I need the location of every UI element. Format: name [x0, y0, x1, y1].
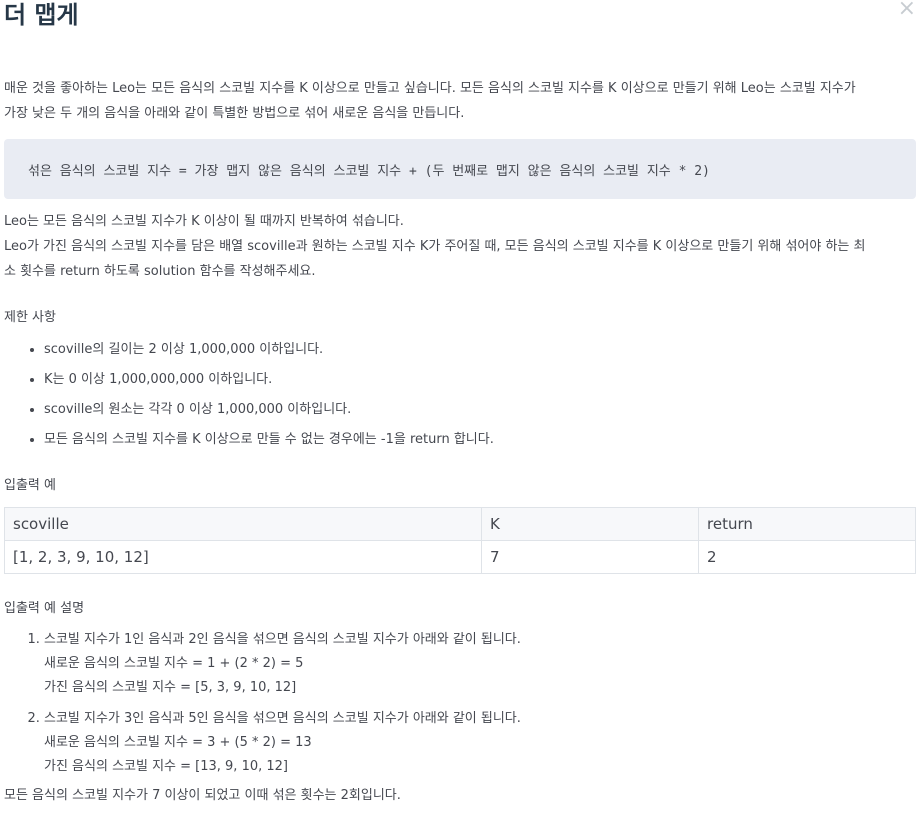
io-explanation-list: 스코빌 지수가 1인 음식과 2인 음식을 섞으면 음식의 스코빌 지수가 아래…	[4, 628, 916, 779]
table-row: [1, 2, 3, 9, 10, 12] 7 2	[4, 540, 916, 574]
step-current-values: 가진 음식의 스코빌 지수 = [13, 9, 10, 12]	[44, 759, 288, 774]
step-new-value: 새로운 음식의 스코빌 지수 = 3 + (5 * 2) = 13	[44, 735, 312, 750]
problem-content: 매운 것을 좋아하는 Leo는 모든 음식의 스코빌 지수를 K 이상으로 만들…	[4, 76, 916, 808]
explanation-step: 스코빌 지수가 1인 음식과 2인 음식을 섞으면 음식의 스코빌 지수가 아래…	[44, 628, 916, 700]
io-example-table: scoville K return [1, 2, 3, 9, 10, 12] 7…	[4, 507, 916, 574]
constraints-heading: 제한 사항	[4, 310, 56, 325]
intro-line-1: 매운 것을 좋아하는 Leo는 모든 음식의 스코빌 지수를 K 이상으로 만들…	[4, 81, 856, 96]
intro-text: 매운 것을 좋아하는 Leo는 모든 음식의 스코빌 지수를 K 이상으로 만들…	[4, 76, 916, 126]
column-header-k: K	[481, 507, 699, 541]
table-header-row: scoville K return	[4, 507, 916, 541]
conclusion-text: 모든 음식의 스코빌 지수가 7 이상이 되었고 이때 섞은 횟수는 2회입니다…	[4, 788, 401, 803]
description-line-1: Leo는 모든 음식의 스코빌 지수가 K 이상이 될 때까지 반복하여 섞습니…	[4, 214, 404, 229]
cell-k: 7	[481, 540, 699, 574]
step-current-values: 가진 음식의 스코빌 지수 = [5, 3, 9, 10, 12]	[44, 680, 297, 695]
step-new-value: 새로운 음식의 스코빌 지수 = 1 + (2 * 2) = 5	[44, 656, 304, 671]
column-header-return: return	[698, 507, 916, 541]
description-text: Leo는 모든 음식의 스코빌 지수가 K 이상이 될 때까지 반복하여 섞습니…	[4, 209, 916, 284]
cell-return: 2	[698, 540, 916, 574]
close-icon[interactable]: ×	[898, 0, 916, 20]
page-title: 더 맵게	[4, 1, 79, 29]
constraints-list: scoville의 길이는 2 이상 1,000,000 이하입니다. K는 0…	[4, 335, 916, 455]
io-explanation-heading: 입출력 예 설명	[4, 601, 85, 616]
constraint-item: scoville의 원소는 각각 0 이상 1,000,000 이하입니다.	[44, 395, 916, 425]
description-line-2: Leo가 가진 음식의 스코빌 지수를 담은 배열 scoville과 원하는 …	[4, 239, 866, 254]
description-line-3: 소 횟수를 return 하도록 solution 함수를 작성해주세요.	[4, 264, 316, 279]
column-header-scoville: scoville	[4, 507, 482, 541]
io-example-heading: 입출력 예	[4, 478, 56, 493]
constraint-item: K는 0 이상 1,000,000,000 이하입니다.	[44, 365, 916, 395]
constraint-item: scoville의 길이는 2 이상 1,000,000 이하입니다.	[44, 335, 916, 365]
step-main-text: 스코빌 지수가 1인 음식과 2인 음식을 섞으면 음식의 스코빌 지수가 아래…	[44, 632, 521, 647]
cell-scoville: [1, 2, 3, 9, 10, 12]	[4, 540, 482, 574]
step-main-text: 스코빌 지수가 3인 음식과 5인 음식을 섞으면 음식의 스코빌 지수가 아래…	[44, 711, 521, 726]
constraint-item: 모든 음식의 스코빌 지수를 K 이상으로 만들 수 없는 경우에는 -1을 r…	[44, 425, 916, 455]
explanation-step: 스코빌 지수가 3인 음식과 5인 음식을 섞으면 음식의 스코빌 지수가 아래…	[44, 707, 916, 779]
formula-code-block: 섞은 음식의 스코빌 지수 = 가장 맵지 않은 음식의 스코빌 지수 + (두…	[4, 139, 916, 199]
intro-line-2: 가장 낮은 두 개의 음식을 아래와 같이 특별한 방법으로 섞어 새로운 음식…	[4, 106, 465, 121]
